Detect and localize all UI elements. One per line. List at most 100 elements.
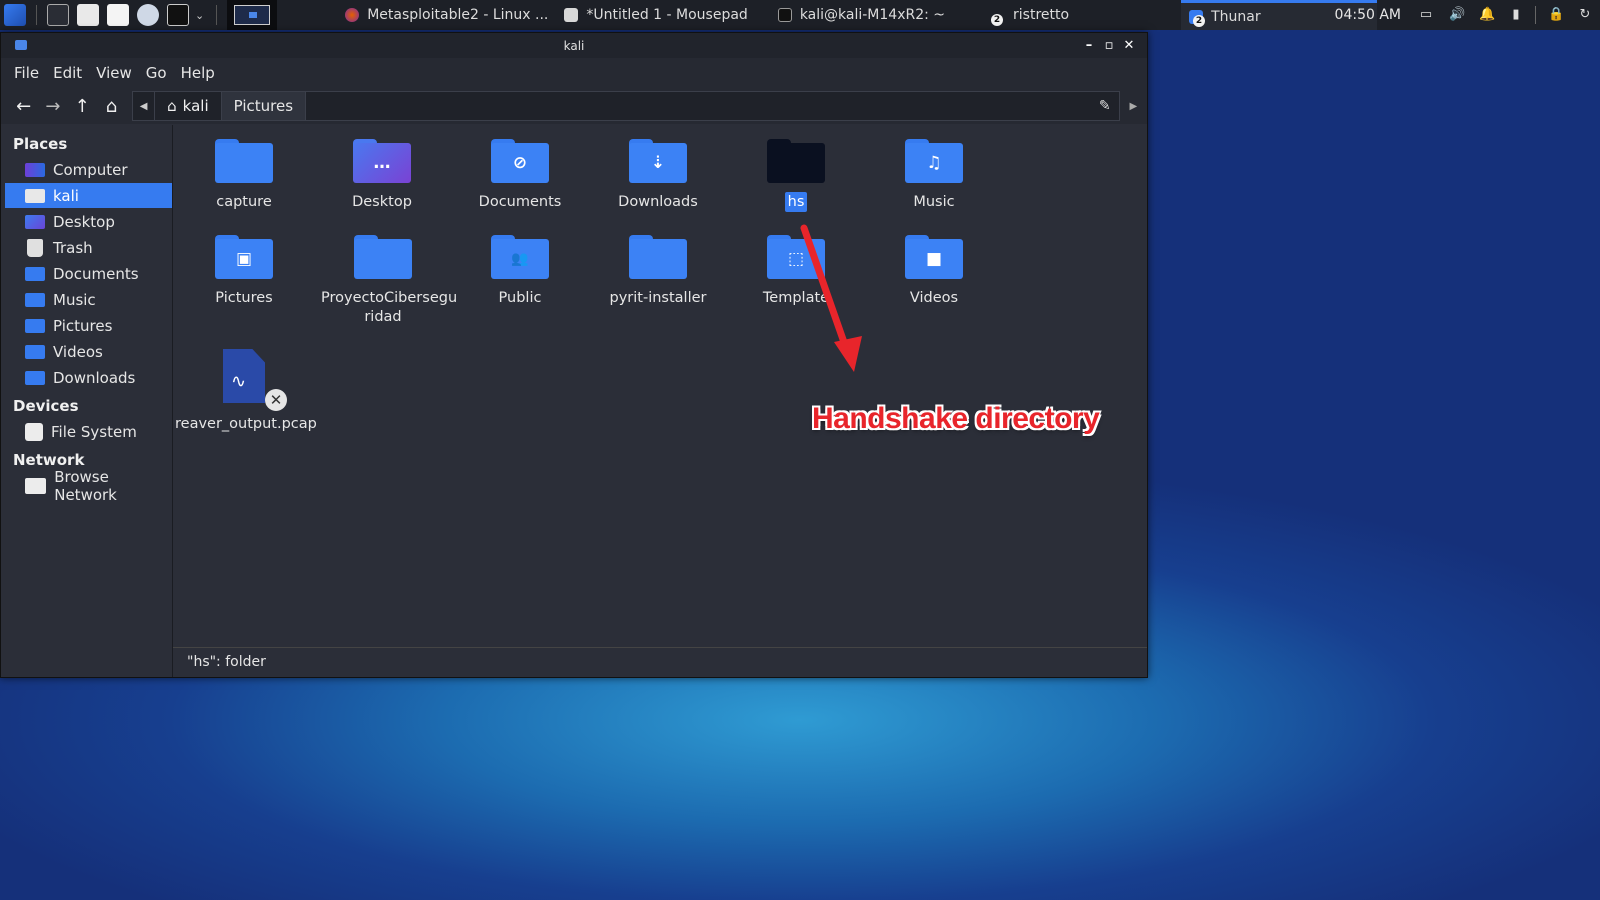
pcap-file-icon: ∿ ✕ xyxy=(219,349,287,411)
lock-icon[interactable]: 🔒 xyxy=(1548,8,1564,22)
desktop-folder-icon: … xyxy=(353,139,411,183)
sidebar: Places Computer kali Desktop Trash Docum… xyxy=(1,125,173,677)
thunar-window: kali – ▫ ✕ File Edit View Go Help ← → ↑ … xyxy=(0,32,1148,678)
workspace-switcher[interactable] xyxy=(227,0,278,30)
sidebar-section-devices: Devices xyxy=(13,397,79,415)
maximize-button[interactable]: ▫ xyxy=(1099,38,1119,53)
display-icon[interactable]: ▭ xyxy=(1419,8,1433,22)
file-name-selected: hs xyxy=(727,192,865,212)
menu-help[interactable]: Help xyxy=(174,64,222,82)
toolbar: ← → ↑ ⌂ ◀ ⌂ kali Pictures ✎ ▶ xyxy=(1,88,1147,124)
web-browser-icon[interactable] xyxy=(137,4,159,26)
file-name: capture xyxy=(216,194,272,210)
task-label: ristretto xyxy=(1013,7,1070,23)
task-ristretto[interactable]: 2 ristretto xyxy=(985,0,1077,30)
file-item-proyecto[interactable]: ProyectoCibersegu ridad xyxy=(313,235,457,327)
task-metasploitable[interactable]: Metasploitable2 - Linux ... xyxy=(337,0,556,30)
menu-view[interactable]: View xyxy=(89,64,139,82)
public-folder-icon: 👥 xyxy=(491,235,549,279)
pictures-folder-icon: ▣ xyxy=(215,235,273,279)
documents-folder-icon xyxy=(25,266,45,281)
trash-icon xyxy=(27,238,43,257)
text-editor-icon[interactable] xyxy=(107,4,129,26)
annotation-arrow-shaft xyxy=(800,224,850,352)
sidebar-item-filesystem[interactable]: File System xyxy=(5,419,172,444)
close-button[interactable]: ✕ xyxy=(1119,38,1139,53)
window-title: kali xyxy=(563,38,585,53)
file-item-hs[interactable]: hs xyxy=(727,139,865,212)
firefox-icon xyxy=(345,8,360,22)
folder-icon xyxy=(354,235,412,279)
panel-separator xyxy=(216,5,218,25)
pencil-icon[interactable]: ✎ xyxy=(1091,92,1119,120)
file-name: Public xyxy=(498,290,542,306)
file-name: Desktop xyxy=(352,194,412,210)
broken-link-icon: ✕ xyxy=(265,389,287,411)
downloads-folder-icon xyxy=(25,370,45,385)
menu-file[interactable]: File xyxy=(7,64,46,82)
sidebar-item-pictures[interactable]: Pictures xyxy=(5,313,172,338)
file-item-public[interactable]: 👥 Public xyxy=(451,235,589,308)
notification-bell-icon[interactable]: 🔔 xyxy=(1479,8,1495,22)
panel-separator xyxy=(36,5,37,25)
drive-icon xyxy=(25,422,43,441)
file-item-music[interactable]: ♫ Music xyxy=(865,139,1003,212)
window-titlebar[interactable]: kali – ▫ ✕ xyxy=(1,33,1147,58)
file-name: Downloads xyxy=(618,194,698,210)
battery-icon[interactable]: ▮ xyxy=(1509,8,1523,22)
task-label: *Untitled 1 - Mousepad xyxy=(586,7,748,23)
annotation-label: Handshake directory xyxy=(812,402,1100,435)
desktop-icon[interactable] xyxy=(47,4,69,26)
back-arrow-icon[interactable]: ← xyxy=(9,91,38,121)
chevron-down-icon[interactable]: ⌄ xyxy=(195,9,204,22)
file-item-reaver-output[interactable]: ∿ ✕ reaver_output.pcap xyxy=(175,349,317,434)
home-icon[interactable]: ⌂ xyxy=(97,91,126,121)
file-item-capture[interactable]: capture xyxy=(175,139,313,212)
file-name: Music xyxy=(913,194,955,210)
menu-go[interactable]: Go xyxy=(139,64,174,82)
sidebar-item-downloads[interactable]: Downloads xyxy=(5,365,172,390)
sidebar-item-browse-network[interactable]: Browse Network xyxy=(5,468,172,504)
file-name: reaver_output.pcap xyxy=(175,416,317,432)
sidebar-item-music[interactable]: Music xyxy=(5,287,172,312)
sidebar-item-documents[interactable]: Documents xyxy=(5,261,172,286)
volume-icon[interactable]: 🔊 xyxy=(1449,8,1465,22)
sidebar-item-kali[interactable]: kali xyxy=(5,183,172,208)
path-scroll-left-icon[interactable]: ◀ xyxy=(133,92,156,120)
sidebar-item-desktop[interactable]: Desktop xyxy=(5,209,172,234)
network-icon xyxy=(25,477,47,494)
file-name: Documents xyxy=(478,194,562,210)
file-item-pictures[interactable]: ▣ Pictures xyxy=(175,235,313,308)
minimize-button[interactable]: – xyxy=(1079,38,1099,53)
menu-edit[interactable]: Edit xyxy=(46,64,89,82)
path-scroll-right-icon[interactable]: ▶ xyxy=(1120,101,1147,112)
launcher-area: ⌄ xyxy=(0,0,278,30)
workspace-thumbnail xyxy=(234,5,271,25)
task-label: Thunar xyxy=(1211,8,1261,25)
annotation-arrow xyxy=(800,224,862,372)
sidebar-item-trash[interactable]: Trash xyxy=(5,235,172,260)
file-item-pyrit-installer[interactable]: pyrit-installer xyxy=(589,235,727,308)
task-mousepad[interactable]: *Untitled 1 - Mousepad xyxy=(556,0,755,30)
sidebar-item-videos[interactable]: Videos xyxy=(5,339,172,364)
up-arrow-icon[interactable]: ↑ xyxy=(68,91,97,121)
file-item-videos[interactable]: ■ Videos xyxy=(865,235,1003,308)
logout-icon[interactable]: ↻ xyxy=(1578,8,1592,22)
file-item-documents[interactable]: ⊘ Documents xyxy=(451,139,589,212)
file-name: Videos xyxy=(909,290,959,306)
task-terminal[interactable]: kali@kali-M14xR2: ~ xyxy=(770,0,953,30)
kali-menu-icon[interactable] xyxy=(4,4,26,26)
menubar: File Edit View Go Help xyxy=(1,58,1147,88)
terminal-launcher-icon[interactable] xyxy=(167,4,189,26)
window-count-badge: 2 xyxy=(1193,15,1206,27)
breadcrumb-kali[interactable]: ⌂ kali xyxy=(155,92,220,120)
sidebar-item-computer[interactable]: Computer xyxy=(5,157,172,182)
clock[interactable]: 04:50 AM xyxy=(1335,7,1401,23)
forward-arrow-icon[interactable]: → xyxy=(38,91,67,121)
sidebar-item-label: kali xyxy=(53,186,79,205)
file-item-desktop[interactable]: … Desktop xyxy=(313,139,451,212)
file-manager-icon[interactable] xyxy=(77,4,99,26)
file-item-downloads[interactable]: ⇣ Downloads xyxy=(589,139,727,212)
mousepad-icon xyxy=(564,8,579,22)
breadcrumb-pictures[interactable]: Pictures xyxy=(220,92,307,120)
